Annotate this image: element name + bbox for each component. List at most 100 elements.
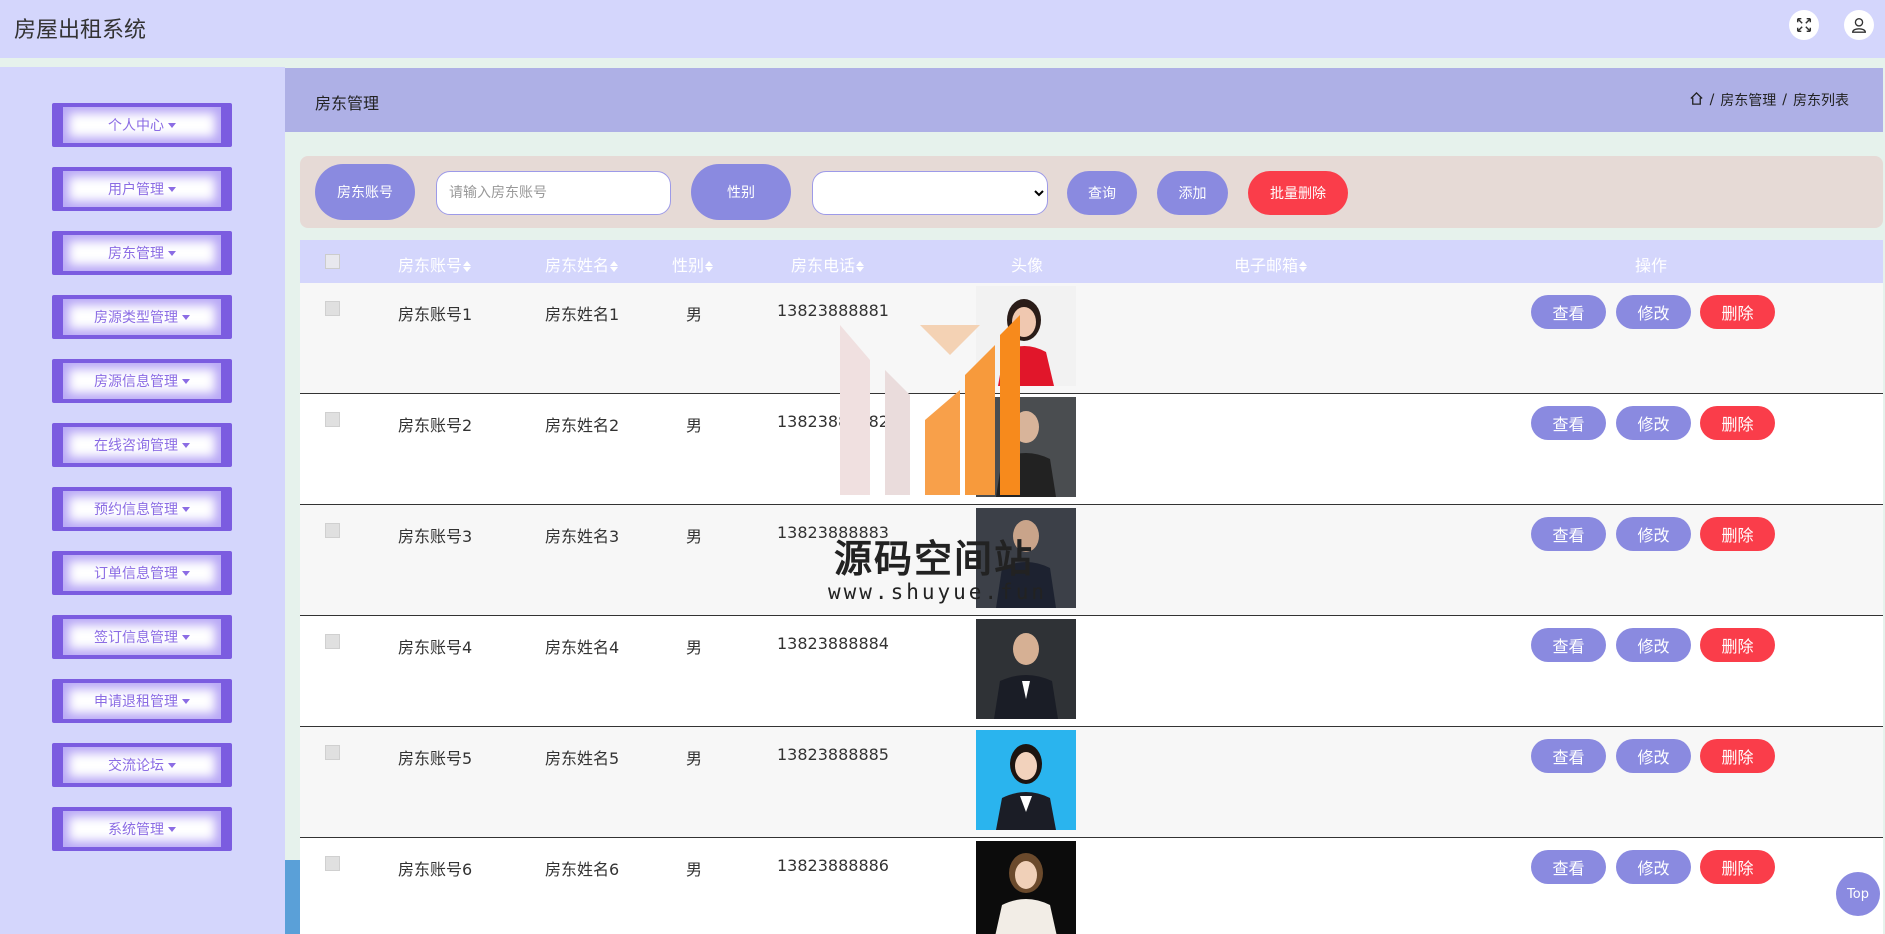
sidebar-item-contract-management[interactable]: 签订信息管理 bbox=[52, 615, 232, 659]
row-checkbox[interactable] bbox=[325, 412, 340, 427]
table-row: 房东账号6 房东姓名6 男 13823888886 查看 修改 删除 bbox=[300, 838, 1883, 934]
cell-gender: 男 bbox=[686, 749, 703, 768]
add-button[interactable]: 添加 bbox=[1157, 171, 1228, 215]
breadcrumb-item[interactable]: 房东管理 bbox=[1720, 90, 1776, 110]
account-search-input[interactable] bbox=[436, 171, 671, 215]
header-phone[interactable]: 房东电话 bbox=[791, 252, 865, 276]
cell-gender: 男 bbox=[686, 527, 703, 546]
cell-phone: 13823888883 bbox=[777, 523, 889, 542]
table-row: 房东账号5 房东姓名5 男 13823888885 查看 修改 删除 bbox=[300, 727, 1883, 838]
fullscreen-icon[interactable] bbox=[1789, 10, 1819, 40]
sidebar-item-label: 系统管理 bbox=[108, 822, 164, 838]
cell-account: 房东账号4 bbox=[398, 638, 473, 657]
select-all-checkbox[interactable] bbox=[325, 254, 340, 269]
query-button[interactable]: 查询 bbox=[1067, 171, 1137, 215]
search-panel: 房东账号 性别 查询 添加 批量删除 bbox=[300, 156, 1883, 228]
caret-down-icon bbox=[168, 826, 176, 832]
sidebar-item-forum[interactable]: 交流论坛 bbox=[52, 743, 232, 787]
cell-account: 房东账号6 bbox=[398, 860, 473, 879]
sidebar: 个人中心 用户管理 房东管理 房源类型管理 房源信息管理 在线咨询管理 预约信息… bbox=[0, 67, 285, 934]
edit-button[interactable]: 修改 bbox=[1616, 517, 1691, 551]
sidebar-item-personal-center[interactable]: 个人中心 bbox=[52, 103, 232, 147]
caret-down-icon bbox=[168, 762, 176, 768]
header-label: 房东电话 bbox=[791, 256, 856, 275]
edit-button[interactable]: 修改 bbox=[1616, 295, 1691, 329]
sidebar-item-appointment-management[interactable]: 预约信息管理 bbox=[52, 487, 232, 531]
delete-button[interactable]: 删除 bbox=[1700, 628, 1775, 662]
table-row: 房东账号4 房东姓名4 男 13823888884 查看 修改 删除 bbox=[300, 616, 1883, 727]
sidebar-item-online-consult-management[interactable]: 在线咨询管理 bbox=[52, 423, 232, 467]
sidebar-item-checkout-management[interactable]: 申请退租管理 bbox=[52, 679, 232, 723]
sidebar-item-label: 交流论坛 bbox=[108, 758, 164, 774]
delete-button[interactable]: 删除 bbox=[1700, 406, 1775, 440]
view-button[interactable]: 查看 bbox=[1531, 739, 1606, 773]
back-to-top-button[interactable]: Top bbox=[1836, 872, 1880, 916]
page-title: 房东管理 bbox=[315, 94, 380, 113]
sort-icon bbox=[1299, 261, 1308, 272]
row-checkbox[interactable] bbox=[325, 745, 340, 760]
cell-gender: 男 bbox=[686, 416, 703, 435]
sidebar-item-house-type-management[interactable]: 房源类型管理 bbox=[52, 295, 232, 339]
caret-down-icon bbox=[182, 378, 190, 384]
cell-account: 房东账号1 bbox=[398, 305, 473, 324]
app-title: 房屋出租系统 bbox=[14, 18, 147, 43]
header-gender[interactable]: 性别 bbox=[672, 252, 714, 276]
cell-gender: 男 bbox=[686, 305, 703, 324]
sidebar-item-label: 用户管理 bbox=[108, 182, 164, 198]
edit-button[interactable]: 修改 bbox=[1616, 628, 1691, 662]
row-checkbox[interactable] bbox=[325, 523, 340, 538]
row-checkbox[interactable] bbox=[325, 856, 340, 871]
row-checkbox[interactable] bbox=[325, 634, 340, 649]
cell-account: 房东账号2 bbox=[398, 416, 473, 435]
cell-gender: 男 bbox=[686, 860, 703, 879]
sort-icon bbox=[463, 261, 472, 272]
sidebar-item-label: 房源信息管理 bbox=[94, 374, 178, 390]
user-icon[interactable] bbox=[1844, 10, 1874, 40]
cell-gender: 男 bbox=[686, 638, 703, 657]
sidebar-item-label: 个人中心 bbox=[108, 118, 164, 134]
header-actions: 操作 bbox=[1635, 256, 1668, 275]
avatar-image bbox=[976, 286, 1076, 386]
cell-name: 房东姓名1 bbox=[545, 305, 620, 324]
header-name[interactable]: 房东姓名 bbox=[545, 252, 619, 276]
view-button[interactable]: 查看 bbox=[1531, 517, 1606, 551]
edit-button[interactable]: 修改 bbox=[1616, 739, 1691, 773]
sidebar-item-label: 申请退租管理 bbox=[94, 694, 178, 710]
cell-name: 房东姓名4 bbox=[545, 638, 620, 657]
view-button[interactable]: 查看 bbox=[1531, 295, 1606, 329]
header-avatar: 头像 bbox=[1011, 256, 1044, 275]
edit-button[interactable]: 修改 bbox=[1616, 406, 1691, 440]
cell-name: 房东姓名6 bbox=[545, 860, 620, 879]
sidebar-item-order-management[interactable]: 订单信息管理 bbox=[52, 551, 232, 595]
sidebar-item-label: 签订信息管理 bbox=[94, 630, 178, 646]
header-label: 房东账号 bbox=[398, 256, 463, 275]
sidebar-item-system-management[interactable]: 系统管理 bbox=[52, 807, 232, 851]
batch-delete-button[interactable]: 批量删除 bbox=[1248, 171, 1348, 215]
cell-account: 房东账号3 bbox=[398, 527, 473, 546]
gender-select[interactable] bbox=[812, 171, 1048, 215]
delete-button[interactable]: 删除 bbox=[1700, 850, 1775, 884]
home-icon[interactable] bbox=[1689, 91, 1704, 110]
delete-button[interactable]: 删除 bbox=[1700, 739, 1775, 773]
header-label: 房东姓名 bbox=[545, 256, 610, 275]
cell-phone: 13823888884 bbox=[777, 634, 889, 653]
sidebar-item-user-management[interactable]: 用户管理 bbox=[52, 167, 232, 211]
caret-down-icon bbox=[182, 442, 190, 448]
delete-button[interactable]: 删除 bbox=[1700, 517, 1775, 551]
avatar-image bbox=[976, 841, 1076, 934]
view-button[interactable]: 查看 bbox=[1531, 850, 1606, 884]
sidebar-item-house-info-management[interactable]: 房源信息管理 bbox=[52, 359, 232, 403]
view-button[interactable]: 查看 bbox=[1531, 628, 1606, 662]
avatar-image bbox=[976, 730, 1076, 830]
breadcrumb-separator: / bbox=[1709, 92, 1715, 108]
row-checkbox[interactable] bbox=[325, 301, 340, 316]
caret-down-icon bbox=[168, 186, 176, 192]
caret-down-icon bbox=[182, 570, 190, 576]
view-button[interactable]: 查看 bbox=[1531, 406, 1606, 440]
header-account[interactable]: 房东账号 bbox=[398, 252, 472, 276]
header-email[interactable]: 电子邮箱 bbox=[1234, 252, 1308, 276]
edit-button[interactable]: 修改 bbox=[1616, 850, 1691, 884]
table-row: 房东账号3 房东姓名3 男 13823888883 查看 修改 删除 bbox=[300, 505, 1883, 616]
sidebar-item-landlord-management[interactable]: 房东管理 bbox=[52, 231, 232, 275]
delete-button[interactable]: 删除 bbox=[1700, 295, 1775, 329]
